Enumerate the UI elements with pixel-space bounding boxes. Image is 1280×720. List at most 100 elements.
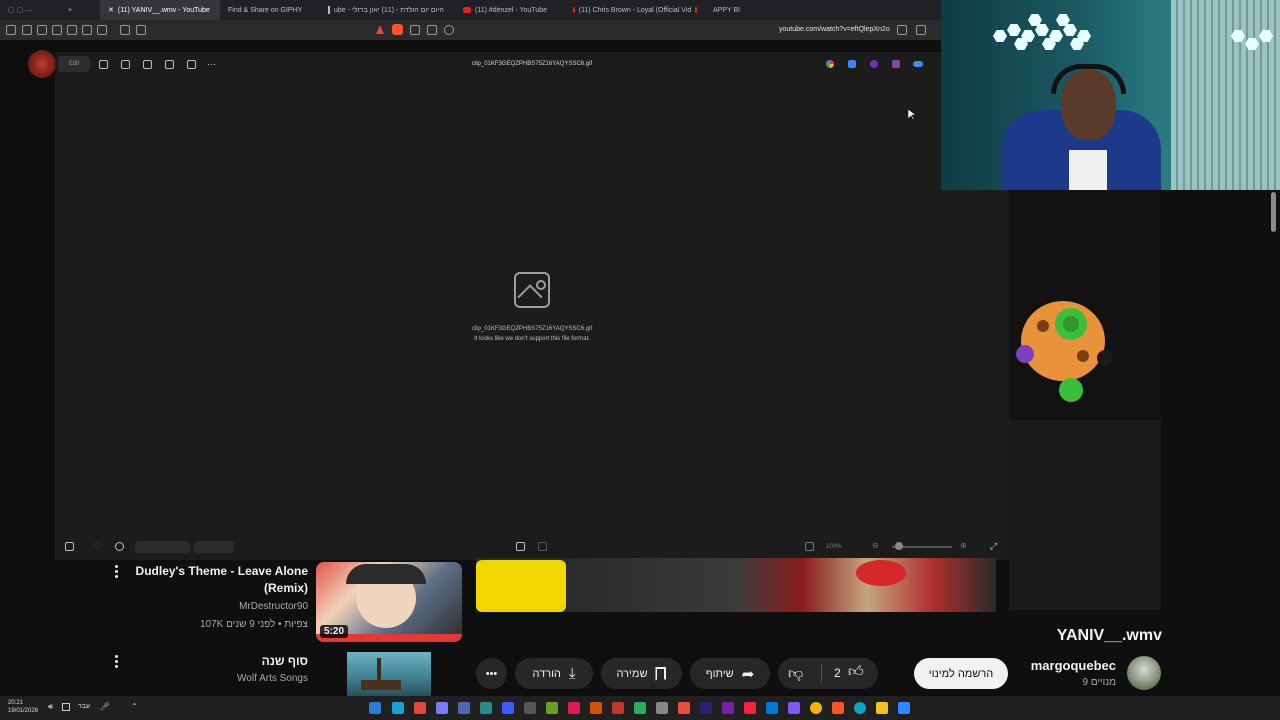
window-controls: ▢ ▢ — xyxy=(8,7,33,14)
mini-player[interactable] xyxy=(1009,190,1161,610)
rec-title-line1[interactable]: Dudley's Theme - Leave Alone xyxy=(130,564,308,578)
like-dislike-group: 👎︎ 2 👍︎ xyxy=(778,658,878,689)
new-tab-plus-icon[interactable]: + xyxy=(60,0,80,20)
more-options-button[interactable]: ••• xyxy=(476,658,507,689)
microphone-icon[interactable]: 🎤︎ xyxy=(100,702,110,711)
app-icon[interactable] xyxy=(502,702,514,714)
app-icon[interactable] xyxy=(392,702,404,714)
tab-giphy[interactable]: Find & Share on GIPHY xyxy=(220,0,320,20)
fullscreen-icon[interactable]: ⤢ xyxy=(990,541,997,552)
app-icon[interactable] xyxy=(568,702,580,714)
rec-title[interactable]: סוף שנה xyxy=(130,654,308,668)
app-icon[interactable] xyxy=(700,702,712,714)
start-icon[interactable] xyxy=(369,702,381,714)
more-actions-icon[interactable] xyxy=(115,655,119,671)
main-video-frame[interactable] xyxy=(476,558,996,612)
app-icon[interactable] xyxy=(436,702,448,714)
rec-title-line2[interactable]: (Remix) xyxy=(130,581,308,595)
app-icon[interactable] xyxy=(788,702,800,714)
like-count[interactable]: 2 xyxy=(834,666,841,680)
tab-chris-brown[interactable]: (11) Chris Brown - Loyal (Official Vid xyxy=(565,0,705,20)
tab-denzel[interactable]: (11) #denzel - YouTube xyxy=(455,0,565,20)
fit-screen-icon[interactable] xyxy=(516,542,525,551)
tab-yaniv[interactable]: ✕ (11) YANIV__.wmv - YouTube xyxy=(100,0,220,20)
app-icon[interactable] xyxy=(678,702,690,714)
dislike-icon[interactable]: 👎︎ xyxy=(788,665,803,683)
more-actions-icon[interactable] xyxy=(115,565,119,581)
actual-size-icon[interactable] xyxy=(805,542,814,551)
designer-icon[interactable] xyxy=(848,60,856,68)
google-icon[interactable] xyxy=(826,60,834,68)
app-icon[interactable] xyxy=(612,702,624,714)
rec-thumbnail[interactable] xyxy=(347,652,431,696)
menu-icon[interactable] xyxy=(6,25,16,35)
sidebar-icon[interactable] xyxy=(67,25,77,35)
channel-avatar[interactable] xyxy=(1127,656,1161,690)
app-icon[interactable] xyxy=(744,702,756,714)
address-bar[interactable]: youtube.com/watch?v=eftQlepXn2o xyxy=(779,26,890,33)
placeholder-pill xyxy=(135,541,190,553)
filmstrip-icon[interactable] xyxy=(65,542,74,551)
download-button[interactable]: הורדה ⤓ xyxy=(515,658,593,689)
app-icon[interactable] xyxy=(590,702,602,714)
clipchamp-icon[interactable] xyxy=(870,60,878,68)
onedrive-icon[interactable] xyxy=(913,61,923,67)
brave-icon[interactable] xyxy=(832,702,844,714)
share-button[interactable]: שיתוף ➦ xyxy=(690,658,770,689)
zoom-out-icon[interactable]: ⊖ xyxy=(872,541,879,550)
zoom-level[interactable]: 100% xyxy=(826,544,841,550)
warning-icon[interactable] xyxy=(376,25,384,34)
zoom-in-icon[interactable]: ⊕ xyxy=(960,541,967,550)
subscribe-button[interactable]: הרשמה למינוי xyxy=(914,658,1008,689)
info-icon[interactable] xyxy=(115,542,124,551)
chat-icon[interactable] xyxy=(136,25,146,35)
app-icon[interactable] xyxy=(766,702,778,714)
app-icon[interactable] xyxy=(524,702,536,714)
app-icon[interactable] xyxy=(546,702,558,714)
taskbar-clock[interactable]: 20:21 19/01/2026 xyxy=(8,699,38,715)
volume-icon[interactable]: 🔊︎ xyxy=(48,702,53,712)
back-icon[interactable] xyxy=(410,25,420,35)
like-icon[interactable]: 👍︎ xyxy=(848,663,864,681)
page-scrollbar[interactable] xyxy=(1271,192,1276,232)
app-icon[interactable] xyxy=(414,702,426,714)
screenshot-icon[interactable] xyxy=(52,25,62,35)
file-explorer-icon[interactable] xyxy=(876,702,888,714)
cast-icon[interactable] xyxy=(427,25,437,35)
save-button[interactable]: שמירה xyxy=(601,658,682,689)
share-label: שיתוף xyxy=(705,667,734,680)
rec-channel[interactable]: MrDestructor90 xyxy=(130,601,308,612)
rec-channel[interactable]: Wolf Arts Songs xyxy=(130,673,308,684)
tab-label: (11) Chris Brown - Loyal (Official Vid xyxy=(578,6,692,14)
app-icon[interactable] xyxy=(634,702,646,714)
app-icon[interactable] xyxy=(656,702,668,714)
app-icon[interactable] xyxy=(480,702,492,714)
translate-icon[interactable] xyxy=(897,25,907,35)
music-icon[interactable] xyxy=(82,25,92,35)
youtube-icon xyxy=(573,7,575,13)
pen-icon[interactable] xyxy=(37,25,47,35)
language-indicator[interactable]: עבר xyxy=(78,703,90,710)
chrome-icon[interactable] xyxy=(810,702,822,714)
zoom-slider-handle[interactable] xyxy=(895,542,903,550)
tab-happy[interactable]: APPY BI xyxy=(705,0,745,20)
search-icon[interactable] xyxy=(444,25,454,35)
editor-icon[interactable] xyxy=(892,60,900,68)
tab-search-icon[interactable] xyxy=(120,25,130,35)
subscribe-label: הרשמה למינוי xyxy=(928,667,994,680)
chevron-up-icon[interactable]: ⌃ xyxy=(131,702,138,711)
store-icon[interactable] xyxy=(898,702,910,714)
channel-name[interactable]: margoquebec xyxy=(1031,658,1116,673)
app-icon[interactable] xyxy=(458,702,470,714)
download-icon[interactable] xyxy=(97,25,107,35)
tab-birthday[interactable]: ube - היום יום הולדת - (11) יאון ברזלי xyxy=(320,0,455,20)
shield-icon[interactable] xyxy=(22,25,32,35)
bookmark-icon[interactable] xyxy=(916,25,926,35)
edge-icon[interactable] xyxy=(854,702,866,714)
favorite-heart-icon[interactable]: ♡ xyxy=(94,541,102,552)
close-tab-icon[interactable]: ✕ xyxy=(108,6,114,14)
brave-shield-icon[interactable] xyxy=(392,24,403,35)
crop-icon[interactable] xyxy=(538,542,547,551)
network-icon[interactable] xyxy=(62,703,70,711)
app-icon[interactable] xyxy=(722,702,734,714)
